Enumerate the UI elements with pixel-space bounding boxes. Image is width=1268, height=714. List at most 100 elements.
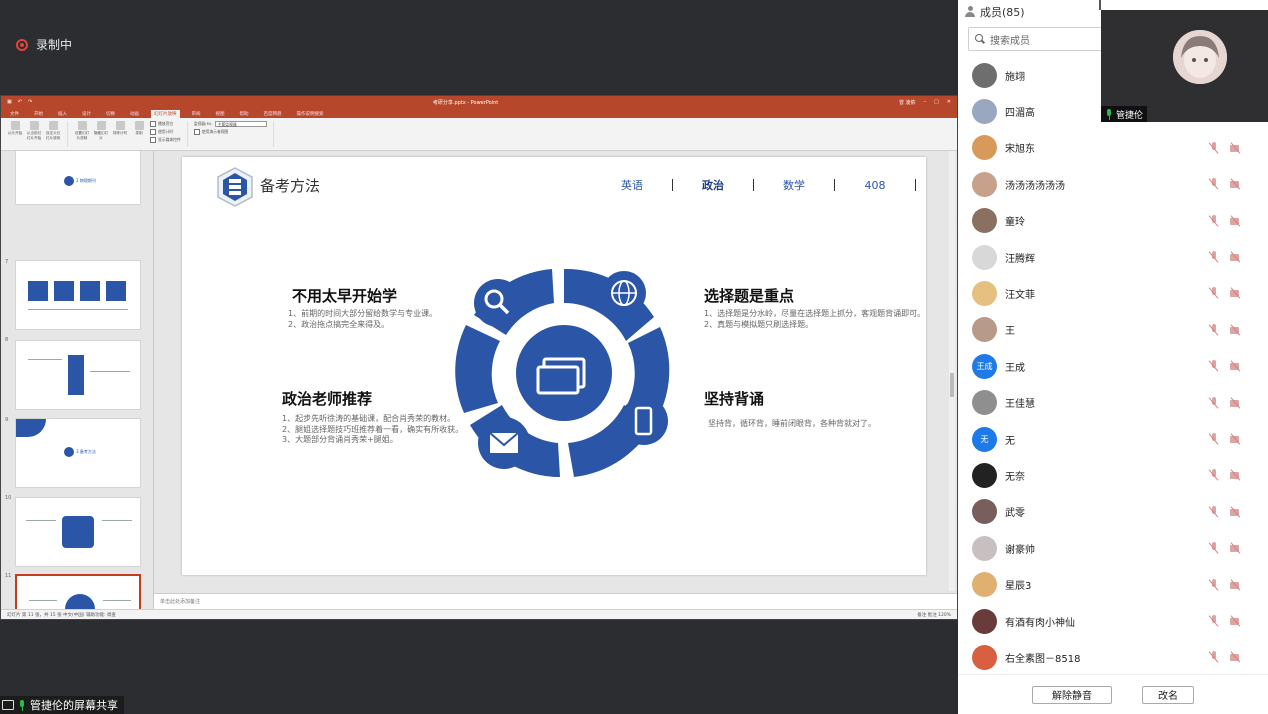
mic-off-icon[interactable] <box>1208 578 1220 591</box>
use-timings-checkbox[interactable]: 使用计时 <box>150 129 181 135</box>
camera-off-icon[interactable] <box>1230 651 1242 663</box>
camera-off-icon[interactable] <box>1230 579 1242 591</box>
monitor-select[interactable]: 主要监视器 <box>214 121 267 127</box>
mic-off-icon[interactable] <box>1208 615 1220 627</box>
mic-off-icon[interactable] <box>1208 396 1220 409</box>
close-icon[interactable]: ✕ <box>947 99 951 105</box>
mic-off-icon[interactable] <box>1208 505 1220 518</box>
tab-insert[interactable]: 插入 <box>55 110 70 118</box>
mic-off-icon[interactable] <box>1208 433 1220 445</box>
tab-review[interactable]: 审阅 <box>189 110 204 118</box>
tab-baidu[interactable]: 百度网盘 <box>261 110 285 118</box>
member-row[interactable]: 无奈 <box>972 460 1258 490</box>
camera-off-icon[interactable] <box>1230 251 1242 263</box>
camera-off-icon[interactable] <box>1230 360 1242 372</box>
member-row[interactable]: 王佳慧 <box>972 388 1258 418</box>
camera-off-icon[interactable] <box>1230 142 1242 154</box>
mic-off-icon[interactable] <box>1208 542 1220 554</box>
member-row[interactable]: 右全素图－8518 <box>972 642 1258 672</box>
notes-pane[interactable]: 单击此处添加备注 <box>154 593 957 609</box>
camera-off-icon[interactable] <box>1230 615 1242 627</box>
tab-animations[interactable]: 动画 <box>127 110 142 118</box>
slide-thumb-6[interactable]: 2 物理期刊 <box>15 151 141 205</box>
custom-show-button[interactable]: 自定义幻灯片放映 <box>45 121 61 141</box>
tab-transitions[interactable]: 切换 <box>103 110 118 118</box>
member-row[interactable]: 汪文菲 <box>972 278 1258 308</box>
recording-indicator[interactable]: 录制中 <box>16 36 72 53</box>
member-name: 宋旭东 <box>1005 144 1035 156</box>
tab-help[interactable]: 帮助 <box>237 110 252 118</box>
member-name: 童玲 <box>1005 217 1025 229</box>
member-row[interactable]: 汤汤汤汤汤汤 <box>972 169 1258 199</box>
play-narration-checkbox[interactable]: 播放旁白 <box>150 121 181 127</box>
save-icon[interactable]: ▣ <box>7 99 12 105</box>
members-title: 成员(85) <box>980 6 1025 19</box>
tell-me-search[interactable]: 操作说明搜索 <box>294 110 327 118</box>
member-row[interactable]: 有酒有肉小神仙 <box>972 606 1258 636</box>
media-controls-checkbox[interactable]: 显示媒体控件 <box>150 137 181 143</box>
mic-off-icon[interactable] <box>1208 287 1220 299</box>
tab-view[interactable]: 视图 <box>213 110 228 118</box>
member-row[interactable]: 武零 <box>972 497 1258 527</box>
rename-button[interactable]: 改名 <box>1142 685 1194 704</box>
ribbon-group-monitor: 监视器(M): 主要监视器 使用演示者视图 <box>194 121 274 147</box>
presenter-view-checkbox[interactable]: 使用演示者视图 <box>194 129 229 135</box>
slide-thumb-7[interactable] <box>15 260 141 330</box>
camera-off-icon[interactable] <box>1230 324 1242 336</box>
mic-off-icon[interactable] <box>1208 178 1220 190</box>
nav-english: 英语 <box>621 179 643 192</box>
thumb-number: 7 <box>5 259 9 265</box>
screen-share-label[interactable]: 管捷伦的屏幕共享 <box>0 696 124 714</box>
mic-off-icon[interactable] <box>1208 251 1220 263</box>
camera-off-icon[interactable] <box>1230 433 1242 445</box>
tab-design[interactable]: 设计 <box>79 110 94 118</box>
maximize-icon[interactable]: □ <box>934 99 939 105</box>
record-button[interactable]: 录制 <box>131 121 147 136</box>
camera-off-icon[interactable] <box>1230 469 1242 481</box>
tab-slideshow[interactable]: 幻灯片放映 <box>151 110 180 118</box>
member-row[interactable]: 谢豪帅 <box>972 533 1258 563</box>
hide-slide-button[interactable]: 隐藏幻灯片 <box>93 121 109 141</box>
avatar <box>972 171 997 197</box>
camera-off-icon[interactable] <box>1230 215 1242 227</box>
member-search-input[interactable]: 搜索成员 <box>968 27 1108 51</box>
unmute-all-button[interactable]: 解除静音 <box>1032 685 1112 704</box>
setup-show-button[interactable]: 设置幻灯片放映 <box>74 121 90 141</box>
camera-off-icon[interactable] <box>1230 397 1242 409</box>
member-row[interactable]: 宋旭东 <box>972 133 1258 163</box>
member-row[interactable]: 星辰3 <box>972 570 1258 600</box>
camera-off-icon[interactable] <box>1230 542 1242 554</box>
from-current-button[interactable]: 从当前幻灯片开始 <box>26 121 42 141</box>
mic-off-icon[interactable] <box>1208 651 1220 663</box>
mic-off-icon[interactable] <box>1208 469 1220 481</box>
member-row[interactable]: 王成 王成 <box>972 351 1258 381</box>
slide-scrollbar[interactable] <box>949 151 955 591</box>
camera-off-icon[interactable] <box>1230 506 1242 518</box>
redo-icon[interactable]: ↷ <box>28 99 32 105</box>
member-row[interactable]: 汪腾辉 <box>972 242 1258 272</box>
member-row[interactable]: 童玲 <box>972 206 1258 236</box>
speaker-name: 管捷伦 <box>1116 110 1144 121</box>
slide-thumb-9[interactable]: 3 备考方法 <box>15 418 141 488</box>
member-name: 无 <box>1005 435 1015 447</box>
mic-off-icon[interactable] <box>1208 141 1220 154</box>
camera-off-icon[interactable] <box>1230 287 1242 299</box>
undo-icon[interactable]: ↶ <box>18 99 22 105</box>
mic-off-icon[interactable] <box>1208 214 1220 227</box>
member-row[interactable]: 无无 <box>972 424 1258 454</box>
slide-thumb-11-selected[interactable] <box>15 574 141 609</box>
mic-off-icon[interactable] <box>1208 360 1220 372</box>
speaker-video-tile[interactable]: 管捷伦 <box>1101 10 1268 122</box>
member-row[interactable]: 王 <box>972 315 1258 345</box>
slide-thumb-10[interactable] <box>15 497 141 567</box>
slide-thumb-8[interactable] <box>15 340 141 410</box>
tab-home[interactable]: 开始 <box>31 110 46 118</box>
status-right[interactable]: 备注 批注 120% <box>917 612 951 618</box>
mic-off-icon[interactable] <box>1208 323 1220 336</box>
tab-file[interactable]: 文件 <box>7 110 22 118</box>
camera-off-icon[interactable] <box>1230 178 1242 190</box>
minimize-icon[interactable]: – <box>924 99 927 105</box>
account-name[interactable]: 曾 凌依 <box>899 99 916 106</box>
from-beginning-button[interactable]: 从头开始 <box>7 121 23 136</box>
rehearse-button[interactable]: 排练计时 <box>112 121 128 136</box>
